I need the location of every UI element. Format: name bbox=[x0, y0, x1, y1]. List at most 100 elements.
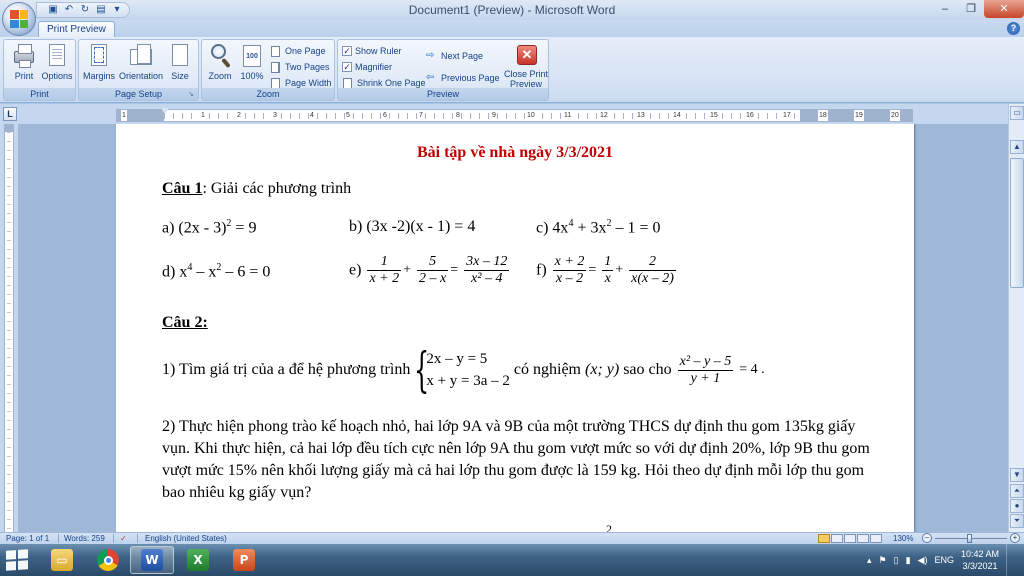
horizontal-ruler[interactable]: 1 1 2 3 4 5 6 7 8 9 10 11 12 13 14 15 16… bbox=[116, 108, 913, 122]
minimize-button[interactable]: – bbox=[932, 0, 958, 18]
zoom-in-button[interactable]: + bbox=[1010, 533, 1020, 543]
office-logo-icon bbox=[10, 10, 28, 28]
zoom-100-icon: 100 bbox=[243, 45, 261, 67]
powerpoint-button[interactable]: P bbox=[222, 546, 266, 574]
group-label: Print bbox=[4, 88, 75, 100]
start-button[interactable] bbox=[6, 549, 28, 571]
size-button[interactable]: Size bbox=[163, 42, 197, 86]
equation-system: { 2x – y = 5 x + y = 3a – 2 bbox=[414, 342, 510, 398]
page-count[interactable]: Page: 1 of 1 bbox=[6, 533, 49, 544]
window-controls: – ❐ ✕ bbox=[932, 0, 1024, 20]
chrome-button[interactable] bbox=[86, 546, 130, 574]
status-bar: Page: 1 of 1 Words: 259 ✓ English (Unite… bbox=[0, 532, 1024, 544]
scroll-up-button[interactable]: ▲ bbox=[1010, 140, 1024, 154]
taskbar: ▭ W X P ▴ ⚑ ▯ ▮ ◀) ENG 10:42 AM 3/3/2021 bbox=[0, 544, 1024, 576]
document-title: Bài tập về nhà ngày 3/3/2021 bbox=[416, 144, 614, 161]
checkbox-checked[interactable]: ✓ bbox=[342, 61, 352, 72]
ribbon-tab-row: Print Preview ? bbox=[0, 20, 1024, 37]
window-title: Document1 (Preview) - Microsoft Word bbox=[408, 3, 616, 17]
show-hidden-icons-icon[interactable]: ▴ bbox=[867, 555, 872, 566]
office-button[interactable] bbox=[2, 2, 36, 36]
next-page-icon: ⇨ bbox=[426, 49, 435, 61]
magnifier-checkbox[interactable]: ✓ Magnifier bbox=[342, 59, 392, 74]
redo-icon[interactable]: ↻ bbox=[79, 4, 91, 16]
magnifier-icon bbox=[211, 44, 226, 59]
orientation-button[interactable]: Orientation bbox=[119, 42, 163, 86]
customize-icon[interactable]: ▾ bbox=[111, 4, 123, 16]
zoom-level[interactable]: 130% bbox=[893, 533, 913, 544]
outline-view-button[interactable] bbox=[857, 534, 869, 543]
next-page-button[interactable]: ⇨ Next Page bbox=[426, 48, 483, 63]
equation-d: d) x4 – x2 – 6 = 0 bbox=[162, 262, 271, 281]
draft-view-button[interactable] bbox=[870, 534, 882, 543]
device-icon[interactable]: ▯ bbox=[894, 555, 899, 566]
print-preview-icon[interactable]: ▤ bbox=[95, 4, 107, 16]
print-layout-view-button[interactable] bbox=[818, 534, 830, 543]
vertical-scrollbar[interactable]: ▭ ▲ ▼ ⏶ ● ⏷ bbox=[1008, 104, 1024, 532]
scroll-thumb[interactable] bbox=[1010, 158, 1024, 288]
preview-group: ✓ Show Ruler ✓ Magnifier Shrink One Page… bbox=[337, 39, 549, 101]
one-page-icon bbox=[271, 45, 280, 57]
print-group: Print Options Print bbox=[3, 39, 76, 101]
quick-access-toolbar: ▣ ↶ ↻ ▤ ▾ bbox=[36, 2, 130, 18]
chrome-icon bbox=[97, 549, 119, 571]
question-2-part-1: 1) Tìm giá trị của a để hệ phương trình … bbox=[162, 342, 765, 398]
close-button[interactable]: ✕ bbox=[984, 0, 1024, 18]
ribbon: Print Options Print Margins Orientation … bbox=[0, 37, 1024, 103]
page-width-icon bbox=[271, 77, 280, 89]
file-explorer-button[interactable]: ▭ bbox=[40, 546, 84, 574]
excel-button[interactable]: X bbox=[176, 546, 220, 574]
flag-icon[interactable]: ⚑ bbox=[879, 555, 887, 566]
view-ruler-toggle-icon[interactable]: ▭ bbox=[1010, 106, 1024, 120]
volume-icon[interactable]: ◀) bbox=[918, 555, 928, 566]
group-label: Page Setup bbox=[79, 88, 198, 100]
shrink-page-icon bbox=[343, 77, 352, 89]
printer-icon bbox=[14, 44, 34, 68]
equation-f: f) x + 2x – 2 = 1 x + 2 x(x – 2) bbox=[536, 254, 676, 286]
next-page-arrow-button[interactable]: ⏷ bbox=[1010, 514, 1024, 528]
web-layout-view-button[interactable] bbox=[844, 534, 856, 543]
options-button[interactable]: Options bbox=[38, 42, 76, 86]
browse-object-button[interactable]: ● bbox=[1010, 499, 1024, 513]
group-label: Preview bbox=[338, 88, 548, 100]
close-print-preview-button[interactable]: ✕ Close Print Preview bbox=[504, 42, 548, 89]
save-icon[interactable]: ▣ bbox=[47, 4, 59, 16]
indent-marker[interactable] bbox=[161, 108, 169, 122]
tab-selector-button[interactable]: L bbox=[3, 107, 17, 121]
show-desktop-button[interactable] bbox=[1006, 544, 1016, 576]
undo-icon[interactable]: ↶ bbox=[63, 4, 75, 16]
tab-print-preview[interactable]: Print Preview bbox=[38, 21, 115, 37]
language-indicator-tray[interactable]: ENG bbox=[934, 555, 954, 565]
dialog-launcher-icon[interactable]: ↘ bbox=[188, 91, 196, 99]
zoom-slider-knob[interactable] bbox=[967, 534, 972, 543]
word-count[interactable]: Words: 259 bbox=[64, 533, 105, 544]
maximize-button[interactable]: ❐ bbox=[958, 0, 984, 18]
one-page-button[interactable]: One Page bbox=[270, 43, 326, 58]
system-tray: ▴ ⚑ ▯ ▮ ◀) ENG 10:42 AM 3/3/2021 bbox=[867, 544, 1024, 576]
checkbox-checked[interactable]: ✓ bbox=[342, 45, 352, 56]
two-pages-icon bbox=[271, 61, 280, 73]
clock[interactable]: 10:42 AM 3/3/2021 bbox=[961, 548, 999, 572]
zoom-100-button[interactable]: 100 100% bbox=[236, 42, 268, 86]
vertical-ruler[interactable] bbox=[0, 124, 18, 532]
previous-page-arrow-button[interactable]: ⏶ bbox=[1010, 484, 1024, 498]
language-indicator[interactable]: English (United States) bbox=[145, 533, 227, 544]
previous-page-button[interactable]: ⇦ Previous Page bbox=[426, 70, 500, 85]
view-buttons bbox=[818, 534, 882, 543]
title-bar: Document1 (Preview) - Microsoft Word – ❐… bbox=[0, 0, 1024, 20]
help-icon[interactable]: ? bbox=[1007, 22, 1020, 35]
scroll-down-button[interactable]: ▼ bbox=[1010, 468, 1024, 482]
proofing-icon[interactable]: ✓ bbox=[120, 533, 127, 544]
two-pages-button[interactable]: Two Pages bbox=[270, 59, 330, 74]
document-page[interactable]: Bài tập về nhà ngày 3/3/2021 Câu 1: Giải… bbox=[116, 124, 914, 532]
show-ruler-checkbox[interactable]: ✓ Show Ruler bbox=[342, 43, 402, 58]
network-icon[interactable]: ▮ bbox=[906, 555, 911, 566]
previous-page-icon: ⇦ bbox=[426, 71, 435, 83]
word-button[interactable]: W bbox=[130, 546, 174, 574]
zoom-out-button[interactable]: – bbox=[922, 533, 932, 543]
margins-button[interactable]: Margins bbox=[80, 42, 118, 86]
zoom-slider[interactable] bbox=[935, 534, 1007, 543]
zoom-button[interactable]: Zoom bbox=[203, 42, 237, 86]
full-screen-view-button[interactable] bbox=[831, 534, 843, 543]
orientation-icon bbox=[130, 44, 152, 65]
